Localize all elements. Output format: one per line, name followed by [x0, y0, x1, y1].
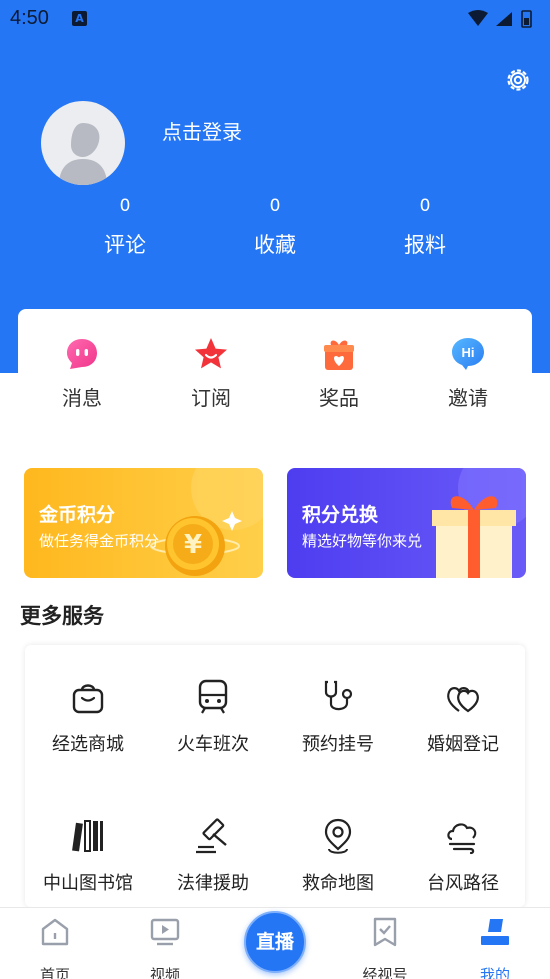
- service-appointment[interactable]: 预约挂号: [278, 678, 398, 756]
- stat-favorites[interactable]: 0 收藏: [225, 195, 325, 259]
- service-library[interactable]: 中山图书馆: [28, 817, 148, 895]
- notification-icon: A: [72, 11, 87, 26]
- quick-action-messages[interactable]: 消息: [42, 336, 122, 411]
- services-grid: 经选商城 火车班次 预约挂号 婚姻登记 中山图书馆 法律援助 救命地图 台风路径: [25, 645, 525, 907]
- avatar-placeholder-icon: [59, 123, 107, 185]
- stat-reports[interactable]: 0 报料: [375, 195, 475, 259]
- promo-subtitle: 做任务得金币积分: [39, 532, 160, 550]
- quick-actions-card: 消息 订阅 奖品 Hi 邀请: [18, 309, 532, 419]
- profile-tab-icon: [481, 919, 509, 945]
- quick-action-label: 消息: [62, 386, 102, 410]
- message-icon: [67, 339, 97, 369]
- quick-action-label: 邀请: [448, 386, 488, 410]
- tab-home[interactable]: 首页: [15, 916, 95, 979]
- star-icon: [195, 338, 227, 369]
- coin-symbol: ¥: [184, 530, 202, 560]
- settings-gear-icon[interactable]: [504, 66, 532, 94]
- login-link[interactable]: 点击登录: [162, 116, 242, 145]
- stat-label: 评论: [104, 233, 146, 257]
- bookmark-check-icon: [373, 917, 397, 947]
- video-icon: [150, 918, 180, 946]
- stat-value: 0: [269, 196, 281, 216]
- avatar[interactable]: [41, 101, 125, 185]
- more-services-title: 更多服务: [20, 604, 104, 628]
- tab-label: 我的: [479, 966, 510, 979]
- service-label: 火车班次: [177, 734, 249, 755]
- promo-title: 金币积分: [39, 504, 116, 526]
- service-label: 台风路径: [427, 873, 499, 894]
- status-time: 4:50: [10, 7, 49, 29]
- live-button[interactable]: 直播: [244, 911, 306, 973]
- hi-bubble-icon: Hi: [452, 338, 484, 370]
- service-legal-aid[interactable]: 法律援助: [153, 817, 273, 895]
- service-rescue-map[interactable]: 救命地图: [278, 817, 398, 895]
- train-icon: [198, 679, 228, 714]
- stethoscope-icon: [324, 680, 353, 711]
- promo-subtitle: 精选好物等你来兑: [302, 532, 423, 550]
- svg-text:Hi: Hi: [462, 345, 475, 360]
- tab-channel[interactable]: 经视号: [345, 916, 425, 979]
- gavel-icon: [196, 818, 227, 854]
- coins-promo-card[interactable]: ¥ 金币积分 做任务得金币积分: [24, 468, 263, 578]
- tab-video[interactable]: 视频: [125, 916, 205, 979]
- stat-value: 0: [419, 196, 431, 216]
- gift-box-icon: [432, 468, 526, 578]
- books-icon: [72, 820, 103, 852]
- exchange-promo-card[interactable]: 积分兑换 精选好物等你来兑: [287, 468, 526, 578]
- stat-label: 报料: [404, 233, 446, 257]
- typhoon-cloud-icon: [447, 823, 477, 855]
- tab-label: 视频: [149, 966, 180, 979]
- status-bar: 4:50 A: [0, 0, 550, 38]
- tab-label: 首页: [39, 966, 70, 979]
- stat-value: 0: [119, 196, 131, 216]
- quick-action-prizes[interactable]: 奖品: [299, 336, 379, 411]
- stat-label: 收藏: [254, 233, 296, 257]
- double-heart-icon: [447, 687, 479, 713]
- signal-battery-icons: [468, 10, 532, 28]
- gift-icon: [324, 340, 354, 370]
- quick-action-label: 订阅: [191, 386, 231, 410]
- service-label: 婚姻登记: [427, 734, 499, 755]
- service-label: 中山图书馆: [43, 873, 133, 894]
- promo-title: 积分兑换: [302, 504, 379, 526]
- map-pin-icon: [324, 818, 352, 854]
- quick-action-invite[interactable]: Hi 邀请: [428, 336, 508, 411]
- tab-label: 经视号: [362, 966, 408, 979]
- tab-mine[interactable]: 我的: [455, 916, 535, 979]
- stat-comments[interactable]: 0 评论: [75, 195, 175, 259]
- service-marriage[interactable]: 婚姻登记: [403, 678, 523, 756]
- home-icon: [41, 918, 69, 946]
- shopping-bag-icon: [72, 684, 104, 714]
- service-typhoon[interactable]: 台风路径: [403, 817, 523, 895]
- service-label: 法律援助: [177, 873, 249, 894]
- service-label: 救命地图: [302, 873, 374, 894]
- gold-coin-icon: ¥: [150, 468, 263, 576]
- service-mall[interactable]: 经选商城: [28, 678, 148, 756]
- service-train[interactable]: 火车班次: [153, 678, 273, 756]
- quick-action-label: 奖品: [319, 386, 359, 410]
- quick-action-subscribe[interactable]: 订阅: [171, 336, 251, 411]
- service-label: 经选商城: [52, 734, 124, 755]
- service-label: 预约挂号: [302, 734, 374, 755]
